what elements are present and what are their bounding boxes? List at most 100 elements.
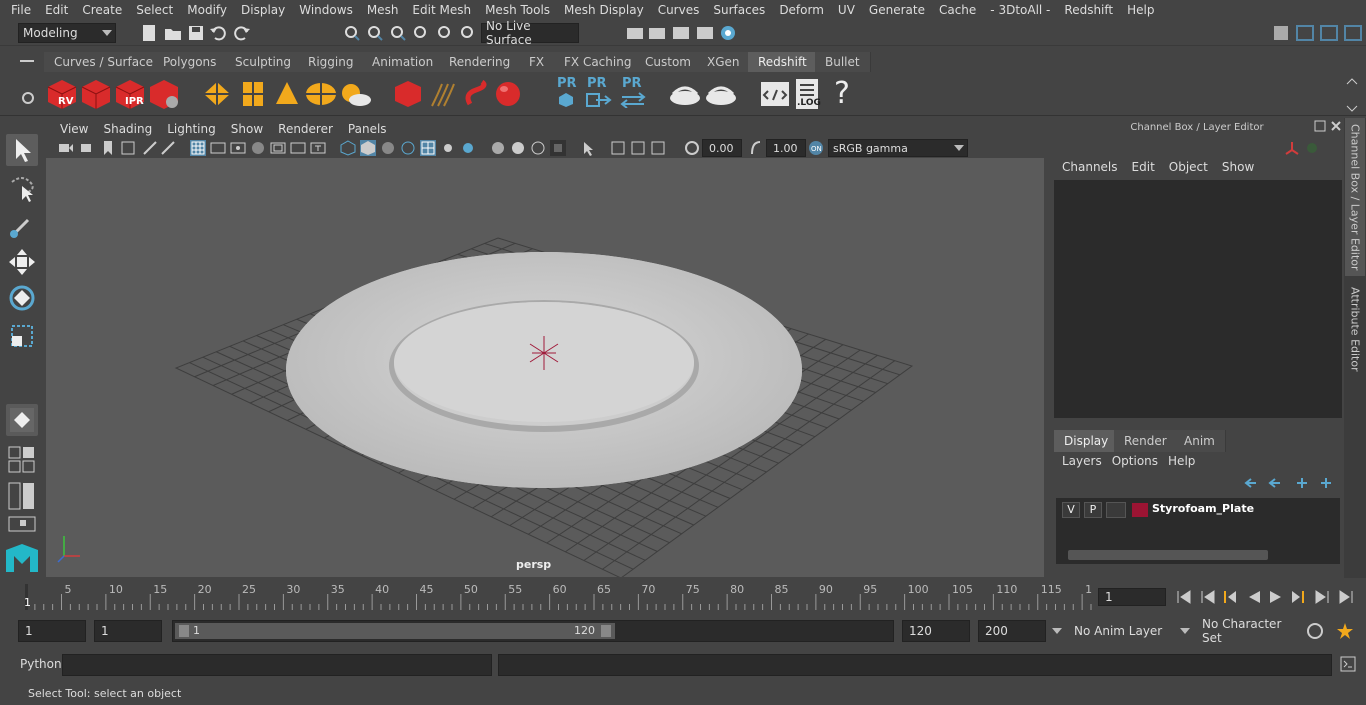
move-layer-up-icon[interactable] <box>1244 476 1260 490</box>
layer-tab-anim[interactable]: Anim <box>1174 430 1226 452</box>
field-chart-icon[interactable] <box>270 140 286 156</box>
layer-tab-render[interactable]: Render <box>1114 430 1178 452</box>
exposure-icon[interactable] <box>684 140 700 156</box>
select-by-object-icon[interactable] <box>366 24 384 42</box>
menu-deform[interactable]: Deform <box>772 3 831 17</box>
shelf-tab-curves-surfaces[interactable]: Curves / Surfaces <box>44 52 171 72</box>
viewport-menu-shading[interactable]: Shading <box>95 122 159 136</box>
dome-light-icon[interactable] <box>304 80 338 108</box>
anim-layer-dropdown[interactable]: No Anim Layer <box>1050 620 1170 642</box>
shelf-tab-redshift[interactable]: Redshift <box>748 52 818 72</box>
script-editor-button-icon[interactable] <box>1340 656 1356 672</box>
range-slider-track[interactable]: 1 120 <box>172 620 894 642</box>
viewport-menu-show[interactable]: Show <box>223 122 270 136</box>
channel-box-menu-edit[interactable]: Edit <box>1122 160 1155 178</box>
textured-icon[interactable] <box>440 140 456 156</box>
snap-curve-icon[interactable] <box>436 24 454 42</box>
redshift-batch-render-button[interactable] <box>80 78 112 110</box>
open-scene-icon[interactable] <box>164 24 182 42</box>
menu-mesh-tools[interactable]: Mesh Tools <box>478 3 557 17</box>
new-scene-icon[interactable] <box>140 24 158 42</box>
spot-light-icon[interactable] <box>274 80 300 108</box>
menu-mesh[interactable]: Mesh <box>360 3 406 17</box>
xray-icon[interactable] <box>420 140 436 156</box>
outliner-layout-icon[interactable] <box>8 516 36 532</box>
bake-pie-icon[interactable] <box>668 80 702 108</box>
rotate-tool-button[interactable] <box>6 282 38 314</box>
paint-select-tool-button[interactable] <box>6 210 38 242</box>
shelf-tab-fx-caching[interactable]: FX Caching <box>554 52 643 72</box>
redo-icon[interactable] <box>233 24 251 42</box>
proxy-export-icon[interactable] <box>394 80 422 108</box>
resolution-gate-icon[interactable] <box>230 140 246 156</box>
workspace-icon[interactable] <box>1272 24 1290 42</box>
image-plane-icon[interactable] <box>120 140 136 156</box>
bookmark-icon[interactable] <box>102 140 114 156</box>
exposure-field[interactable]: 0.00 <box>702 139 742 157</box>
help-button[interactable]: ? <box>832 76 852 112</box>
select-camera-icon[interactable] <box>58 140 74 156</box>
close-panel-icon[interactable] <box>1330 120 1342 132</box>
toggle-channel-box-icon[interactable] <box>1344 24 1362 42</box>
hair-icon[interactable] <box>428 80 458 108</box>
menu-windows[interactable]: Windows <box>292 3 360 17</box>
channel-box-menu-show[interactable]: Show <box>1212 160 1254 178</box>
shelf-tab-animation[interactable]: Animation <box>362 52 445 72</box>
pr-export-button[interactable]: PR <box>584 76 614 112</box>
menu-help[interactable]: Help <box>1120 3 1161 17</box>
viewport-menu-lighting[interactable]: Lighting <box>159 122 223 136</box>
layer-type-toggle[interactable] <box>1106 502 1126 518</box>
play-forwards-icon[interactable] <box>1268 590 1284 604</box>
frame-all-icon[interactable] <box>610 140 626 156</box>
layer-menu-help[interactable]: Help <box>1158 454 1195 472</box>
layer-menu-options[interactable]: Options <box>1102 454 1158 472</box>
smooth-shade-icon[interactable] <box>360 140 376 156</box>
redshift-render-settings-button[interactable] <box>148 78 180 110</box>
menu-curves[interactable]: Curves <box>651 3 707 17</box>
menu-edit[interactable]: Edit <box>38 3 75 17</box>
layer-tab-display[interactable]: Display <box>1054 430 1120 452</box>
light-panel-icon[interactable] <box>240 80 266 108</box>
channel-box-menu-object[interactable]: Object <box>1159 160 1208 178</box>
range-handle-left[interactable] <box>179 625 189 637</box>
channel-list[interactable] <box>1054 180 1342 418</box>
select-by-hierarchy-icon[interactable] <box>343 24 361 42</box>
pr-swap-button[interactable]: PR <box>618 76 648 112</box>
gamma-icon[interactable] <box>748 140 764 156</box>
camera-attributes-icon[interactable] <box>80 140 96 156</box>
snap-point-icon[interactable] <box>459 24 477 42</box>
light-grid-icon[interactable] <box>202 80 232 108</box>
animation-start-field[interactable]: 1 <box>18 620 86 642</box>
grid-toggle-icon[interactable] <box>190 140 206 156</box>
manipulator-icon[interactable] <box>1284 140 1300 156</box>
time-slider[interactable]: 5 10 15 20 25 30 35 40 45 50 55 60 65 70 75 80 85 90 95 100… <box>18 582 1099 612</box>
layer-scrollbar[interactable] <box>1068 550 1268 560</box>
frame-selection-icon[interactable] <box>630 140 646 156</box>
color-space-dropdown[interactable]: sRGB gamma <box>828 139 968 157</box>
step-forward-frame-icon[interactable] <box>1290 590 1306 604</box>
color-management-icon[interactable]: ON <box>808 140 824 156</box>
ambient-occlusion-icon[interactable] <box>510 140 526 156</box>
move-tool-button[interactable] <box>6 246 38 278</box>
snap-grid-icon[interactable] <box>412 24 430 42</box>
layer-row[interactable]: V P Styrofoam_Plate <box>1060 502 1336 518</box>
move-layer-down-icon[interactable] <box>1268 476 1284 490</box>
animation-preferences-icon[interactable] <box>1336 622 1354 640</box>
render-sequence-icon[interactable] <box>648 24 666 42</box>
new-layer-icon[interactable] <box>1294 476 1310 490</box>
viewport-menu-view[interactable]: View <box>52 122 95 136</box>
four-view-layout-icon[interactable] <box>8 482 36 510</box>
redshift-render-view-button[interactable]: RV <box>46 78 78 110</box>
menu-file[interactable]: File <box>4 3 38 17</box>
toggle-attribute-editor-icon[interactable] <box>1296 24 1314 42</box>
animation-end-field[interactable]: 200 <box>978 620 1046 642</box>
redshift-ipr-button[interactable]: IPR <box>114 78 146 110</box>
wireframe-on-shaded-icon[interactable] <box>400 140 416 156</box>
volume-icon[interactable] <box>462 80 492 108</box>
shelf-scroll-icon[interactable] <box>1346 78 1358 112</box>
menu-redshift[interactable]: Redshift <box>1057 3 1120 17</box>
command-input[interactable] <box>62 654 492 676</box>
gate-mask-icon[interactable] <box>250 140 266 156</box>
tab-channel-box[interactable]: Channel Box / Layer Editor <box>1345 118 1365 276</box>
command-language-label[interactable]: Python <box>20 657 62 671</box>
